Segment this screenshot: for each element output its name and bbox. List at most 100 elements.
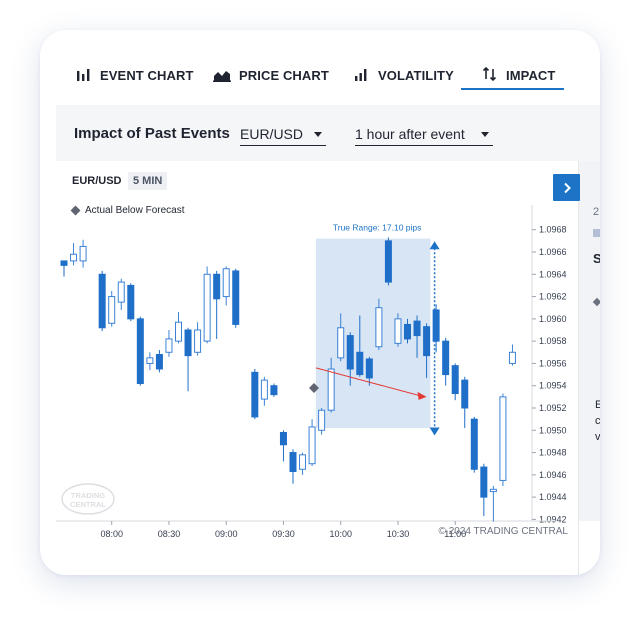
candle-body-down	[279, 432, 287, 446]
candle	[60, 260, 68, 277]
candle-body-down	[184, 329, 192, 357]
side-panel-text: v	[595, 431, 600, 443]
candle	[461, 376, 469, 429]
y-tick-label: 1.0958	[539, 336, 567, 346]
tab-price-chart[interactable]: PRICE CHART	[213, 60, 329, 90]
side-panel: 2 S E c v	[578, 161, 600, 575]
tab-event-chart[interactable]: EVENT CHART	[76, 60, 194, 90]
candle-body-up	[79, 245, 87, 262]
trading-central-watermark: TRADINGCENTRAL	[61, 483, 115, 515]
candle-body-down	[346, 335, 354, 370]
pair-select[interactable]: EUR/USD	[240, 122, 326, 146]
candle-body-down	[423, 326, 431, 357]
y-tick-label: 1.0956	[539, 358, 567, 368]
candle-body-up	[375, 307, 383, 348]
candle	[299, 452, 307, 475]
candle-body-down	[413, 320, 421, 337]
candle	[508, 344, 516, 366]
candle-body-up	[260, 379, 268, 400]
candle	[384, 237, 392, 286]
candle	[79, 239, 87, 268]
candle-body-up	[165, 338, 173, 353]
chart-legend: Actual Below Forecast	[70, 205, 185, 216]
candle-body-up	[70, 253, 78, 262]
tab-bar: EVENT CHART PRICE CHART VOLATILITY IMPAC…	[40, 30, 600, 105]
x-tick-label: 08:30	[158, 529, 181, 539]
active-tab-indicator	[461, 88, 564, 90]
candle	[184, 327, 192, 392]
candle	[270, 383, 278, 397]
y-tick-label: 1.0942	[539, 514, 567, 524]
candle-body-up	[146, 357, 154, 364]
candle	[213, 270, 221, 339]
candle	[451, 363, 459, 401]
tab-price-chart-label: PRICE CHART	[239, 67, 329, 83]
time-window-select-value: 1 hour after event	[355, 125, 465, 142]
candle	[470, 416, 478, 473]
x-tick-label: 08:00	[100, 529, 123, 539]
legend-label: Actual Below Forecast	[85, 205, 185, 216]
side-panel-text: S	[593, 251, 600, 266]
side-panel-text: E	[595, 399, 600, 411]
candle	[251, 369, 259, 420]
candle-body-up	[308, 426, 316, 465]
y-tick-label: 1.0946	[539, 470, 567, 480]
tab-volatility-label: VOLATILITY	[378, 67, 454, 83]
tab-impact-label: IMPACT	[506, 67, 556, 83]
candle-body-down	[470, 418, 478, 470]
timeframe-badge[interactable]: 5 MIN	[128, 172, 168, 190]
candle	[146, 352, 154, 371]
watermark-text: CENTRAL	[70, 500, 106, 509]
candle	[279, 430, 287, 462]
candle-body-down	[127, 284, 135, 320]
chevron-down-icon	[314, 132, 322, 137]
y-tick-label: 1.0952	[539, 403, 567, 413]
impact-card: EVENT CHART PRICE CHART VOLATILITY IMPAC…	[40, 30, 600, 575]
candle-body-up	[499, 396, 507, 481]
candle	[165, 330, 173, 357]
candle-body-up	[108, 296, 116, 324]
tab-impact[interactable]: IMPACT	[482, 60, 555, 90]
candle	[117, 278, 125, 310]
candle-body-down	[461, 379, 469, 409]
candle-body-up	[394, 318, 402, 344]
y-tick-label: 1.0954	[539, 381, 567, 391]
candle-body-up	[318, 409, 326, 431]
y-tick-label: 1.0964	[539, 269, 567, 279]
candle-body-down	[365, 358, 373, 379]
area-chart-icon	[213, 68, 231, 82]
next-button[interactable]	[553, 174, 580, 201]
y-tick-label: 1.0948	[539, 448, 567, 458]
tab-event-chart-label: EVENT CHART	[100, 67, 194, 83]
candle-body-up	[337, 327, 345, 359]
true-range-label: True Range: 17.10 pips	[333, 223, 422, 233]
time-window-select[interactable]: 1 hour after event	[355, 122, 493, 146]
candle	[318, 408, 326, 435]
candle	[222, 266, 230, 306]
candle	[175, 312, 182, 344]
candle-body-up	[222, 268, 230, 298]
candle	[480, 463, 488, 517]
copyright-text: © 2024 TRADING CENTRAL	[438, 526, 568, 537]
x-tick-label: 10:30	[387, 529, 410, 539]
candle	[289, 449, 297, 484]
y-tick-label: 1.0960	[539, 314, 567, 324]
chevron-right-icon	[563, 182, 571, 193]
candlestick-chart[interactable]: True Range: 17.10 pips 1.0968 1.0966 1.0964…	[56, 161, 578, 575]
candle	[127, 283, 135, 322]
side-panel-text: c	[595, 415, 600, 427]
candle	[308, 419, 316, 466]
candle-body-up	[489, 488, 497, 493]
tab-volatility[interactable]: VOLATILITY	[354, 60, 454, 90]
candle	[70, 243, 78, 266]
candle-body-up	[203, 273, 211, 342]
candle-body-up	[327, 368, 335, 411]
candle	[98, 270, 106, 332]
candle-body-down	[136, 318, 144, 384]
candle-body-up	[508, 351, 516, 364]
impact-chart-panel: True Range: 17.10 pips 1.0968 1.0966 1.0964…	[56, 161, 578, 575]
y-tick-label: 1.0962	[539, 292, 567, 302]
candle-body-down	[289, 452, 297, 473]
candle-body-down	[60, 260, 68, 266]
candle-body-down	[251, 371, 259, 418]
